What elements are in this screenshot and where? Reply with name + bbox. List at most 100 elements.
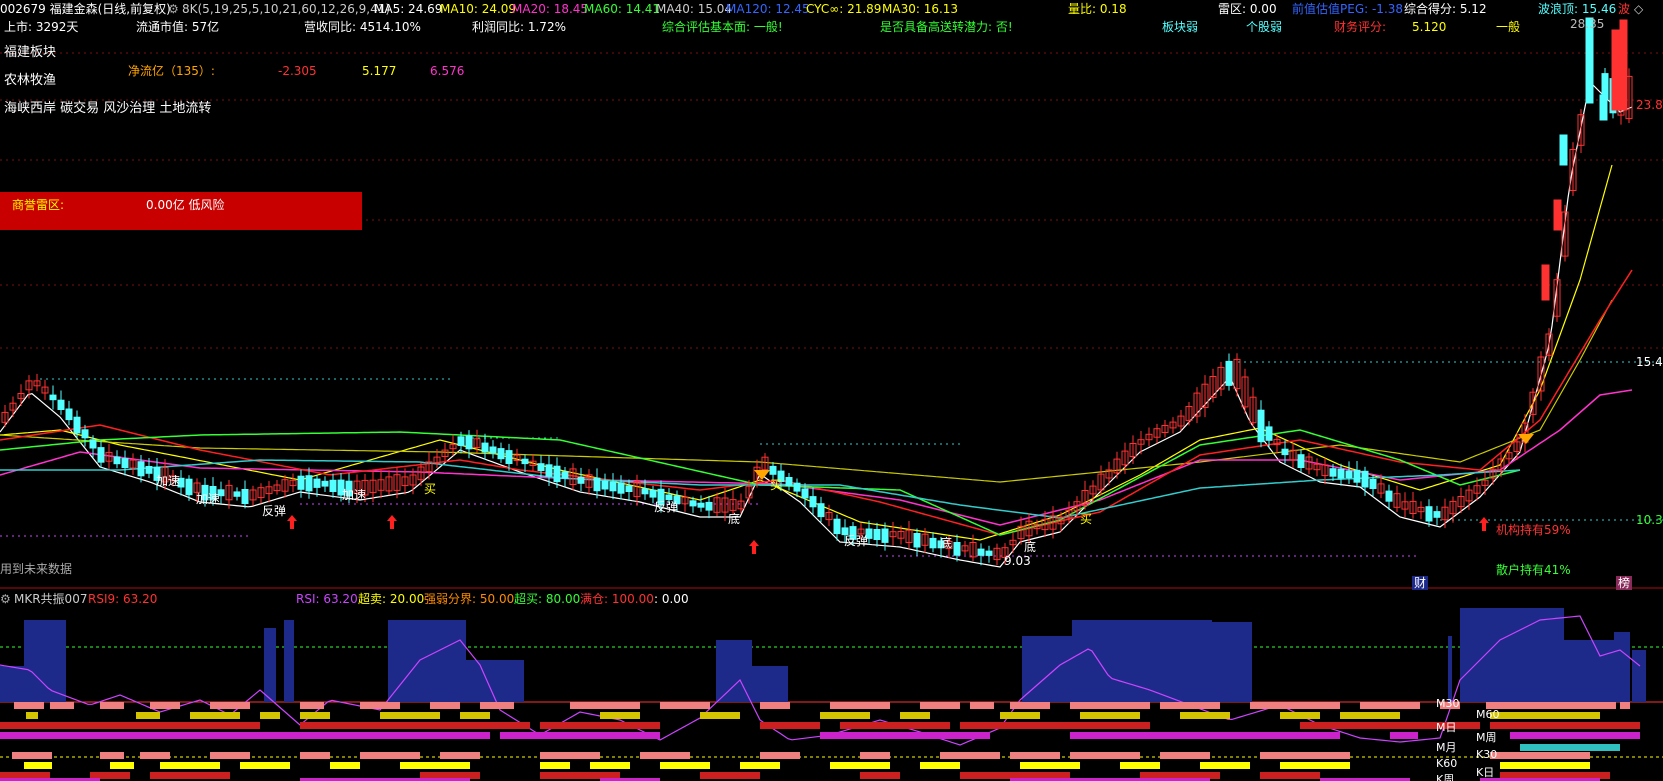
retail-holding: 散户持有41% (1496, 563, 1571, 577)
signal-strip-7-5 (700, 772, 760, 779)
indicator-name[interactable]: MKR共振007 (14, 592, 87, 606)
rsi-volume-block-2 (44, 648, 52, 702)
signal-strip-1-16 (1490, 712, 1600, 719)
candle-body (305, 475, 313, 492)
price-current-label: 23.89 (1636, 98, 1663, 112)
divide-value: 强弱分界: 50.00 (424, 592, 515, 606)
candle-body (233, 491, 241, 497)
candle-body (953, 542, 961, 556)
signal-strip-6-14 (1200, 762, 1250, 769)
finance-marker[interactable]: 财 (1412, 576, 1429, 590)
candle-body-large-4 (1559, 134, 1568, 166)
overall-score: 综合得分: 5.12 (1404, 2, 1487, 16)
candle-body (89, 439, 97, 449)
candle-body (1225, 360, 1233, 386)
signal-strip-1-5 (380, 712, 440, 719)
price-min-label: 9.03 (1004, 554, 1031, 568)
settings-gear-icon[interactable]: ⚙ (168, 2, 179, 16)
signal-strip-5-2 (140, 752, 170, 759)
candle-body (1329, 468, 1337, 477)
rsi-volume-block-15 (1614, 632, 1630, 702)
candle-body (481, 442, 489, 453)
candle-body (489, 446, 497, 454)
signal-strip-2-6 (960, 722, 1150, 729)
strip-label-kweek: K周 (1436, 773, 1455, 781)
signal-strip-0-3 (150, 702, 180, 709)
ranking-marker[interactable]: 榜 (1616, 576, 1633, 590)
rsi-volume-block-3 (264, 628, 276, 702)
signal-strip-6-6 (540, 762, 570, 769)
signal-strip-6-12 (1020, 762, 1080, 769)
candle-body (553, 465, 561, 483)
rsi-volume-block-12 (1448, 636, 1452, 702)
signal-strip-1-0 (26, 712, 38, 719)
rsi-volume-block-5 (388, 620, 466, 702)
strip-label-mmonth: M月 (1436, 741, 1457, 754)
tag-bottom-2: 底 (940, 536, 953, 550)
signal-strip-5-13 (1070, 752, 1140, 759)
goodwill-label: 商誉雷区: (12, 198, 65, 212)
rsi-volume-block-8 (752, 666, 788, 702)
netflow-value-3: 6.576 (430, 64, 465, 78)
candle-body (457, 436, 465, 446)
signal-strip-7-8 (1140, 772, 1220, 779)
full-position-value: 满仓: 100.00 (580, 592, 654, 606)
candle-body (1345, 470, 1353, 479)
fin-score-label: 财务评分: (1334, 20, 1387, 34)
listed-days: 上市: 3292天 (4, 20, 79, 34)
candle-body (97, 447, 105, 463)
chart-window[interactable]: 002679 福建金森(日线,前复权) ⚙ 8K(5,19,25,5,10,21… (0, 0, 1663, 781)
peg-value: 前值估值PEG: -1.38 (1292, 2, 1404, 16)
candle-body (577, 476, 585, 484)
candle-body (537, 463, 545, 472)
candle-body (329, 479, 337, 492)
signal-strip-5-16 (1490, 752, 1590, 759)
signal-strip-0-13 (920, 702, 960, 709)
fundamental-eval: 综合评估基本面: 一般! (662, 20, 783, 34)
signal-strip-7-2 (150, 772, 230, 779)
candle-body (521, 458, 529, 465)
candle-body (1353, 469, 1361, 483)
candle-body (985, 550, 993, 556)
signal-strip-0-5 (300, 702, 324, 709)
institution-holding: 机构持有59% (1496, 523, 1571, 537)
signal-strip-4-0 (1520, 744, 1620, 751)
tag-accelerate-2: 加速 (196, 492, 221, 506)
thunder-zone: 雷区: 0.00 (1218, 2, 1277, 16)
tag-rebound-3: 反弹 (844, 534, 869, 548)
revenue-yoy: 营收同比: 4514.10% (304, 20, 421, 34)
candle-body (497, 448, 505, 460)
signal-strip-2-4 (760, 722, 820, 729)
signal-strip-1-15 (1340, 712, 1400, 719)
signal-strip-1-14 (1280, 712, 1320, 719)
tag-buy-2: 买 (770, 478, 783, 492)
buy-arrow-icon-2 (749, 540, 759, 554)
signal-strip-0-12 (830, 702, 890, 709)
price-chart[interactable] (0, 0, 1663, 781)
candle-body (625, 485, 633, 492)
rsi-volume-block-11 (1212, 622, 1252, 702)
candle-body (609, 481, 617, 492)
signal-strip-2-8 (1490, 722, 1640, 729)
ma-params[interactable]: 8K(5,19,25,5,10,21,60,12,26,9,41) (182, 2, 390, 16)
candle-body (641, 488, 649, 495)
candle-body (1425, 506, 1433, 522)
diamond-icon[interactable]: ◇ (1634, 2, 1643, 16)
candle-body (977, 548, 985, 556)
high-send-potential: 是否具备高送转潜力: 否! (880, 20, 1013, 34)
candle-body-large-2 (1611, 29, 1620, 111)
strip-label-kday: K日 (1476, 766, 1495, 779)
market-cap: 流通市值: 57亿 (136, 20, 220, 34)
rsi-volume-block-16 (1632, 650, 1646, 702)
candle-body (833, 518, 841, 535)
ma10-label: MA10: 24.09 (440, 2, 517, 16)
indicator-toggle-icon[interactable]: ⚙ (0, 592, 11, 606)
zero-value: : 0.00 (654, 592, 689, 606)
board-weak: 板块弱 (1162, 20, 1199, 34)
price-low-label: 10.33 (1636, 513, 1663, 527)
signal-strip-6-5 (400, 762, 470, 769)
signal-strip-2-5 (840, 722, 950, 729)
rsi-volume-block-13 (1460, 608, 1564, 702)
signal-strip-6-1 (110, 762, 134, 769)
strip-label-mday: M日 (1436, 721, 1457, 734)
